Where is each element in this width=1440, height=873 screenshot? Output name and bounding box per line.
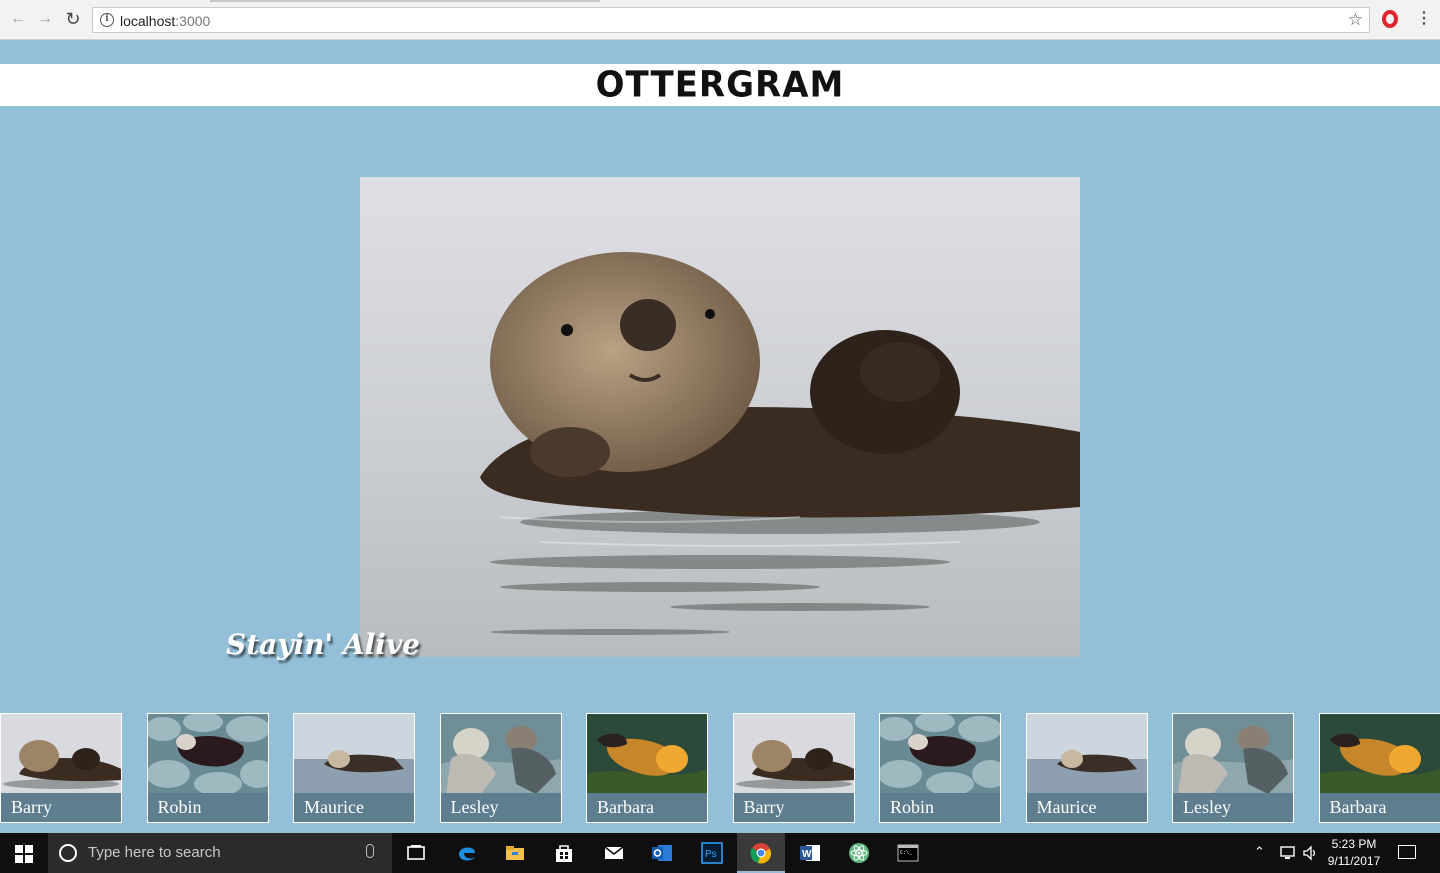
thumbnail-image[interactable] [440, 714, 561, 794]
store-icon[interactable] [540, 833, 588, 873]
mail-icon[interactable] [590, 833, 638, 873]
detail-image [360, 177, 1080, 657]
bookmark-star-icon[interactable]: ☆ [1348, 10, 1363, 30]
detail-title: Stayin' Alive [226, 628, 420, 661]
task-view-icon[interactable] [392, 833, 440, 873]
thumbnail-item-robin[interactable]: Robin [146, 713, 269, 823]
address-bar[interactable]: i localhost:3000 ☆ [92, 7, 1370, 33]
thumbnail-image[interactable] [1319, 714, 1440, 794]
action-center-icon[interactable] [1398, 845, 1416, 859]
url-port: :3000 [175, 13, 211, 29]
opera-icon[interactable] [1382, 10, 1398, 28]
search-placeholder: Type here to search [88, 844, 221, 861]
thumbnail-image[interactable] [733, 714, 854, 794]
thumbnail-image[interactable] [880, 714, 1000, 794]
thumbnail-label: Barry [1, 793, 121, 822]
thumbnail-label: Robin [147, 793, 268, 822]
page-header: OTTERGRAM [0, 64, 1440, 106]
tab-strip [210, 0, 600, 2]
thumbnail-image[interactable] [587, 714, 707, 794]
tray-chevron-icon[interactable]: ⌃ [1254, 844, 1265, 873]
thumbnail-item-lesley[interactable]: Lesley [439, 713, 562, 823]
clock-time: 5:23 PM [1331, 837, 1377, 851]
atom-icon[interactable] [835, 833, 883, 873]
forward-icon[interactable]: → [35, 9, 55, 29]
thumbnail-item-barbara[interactable]: Barbara [1318, 713, 1440, 823]
info-icon[interactable]: i [100, 13, 114, 27]
file-explorer-icon[interactable] [491, 833, 539, 873]
thumbnail-label: Robin [880, 793, 1000, 822]
thumbnail-label: Lesley [440, 793, 561, 822]
reload-icon[interactable]: ↻ [63, 9, 83, 29]
windows-start-icon[interactable] [15, 845, 33, 863]
thumbnail-item-robin[interactable]: Robin [879, 713, 1001, 823]
clock-date: 9/11/2017 [1327, 854, 1381, 868]
cortana-icon[interactable] [59, 844, 77, 862]
taskbar-search[interactable]: Type here to search [48, 833, 392, 873]
thumbnail-label: Barry [733, 793, 854, 822]
thumbnail-image[interactable] [1173, 714, 1293, 794]
otter-photo [360, 177, 1080, 657]
network-icon[interactable] [1278, 845, 1296, 873]
thumbnail-item-barry[interactable]: Barry [732, 713, 855, 823]
menu-icon[interactable]: ⋮ [1416, 9, 1432, 29]
url-text[interactable]: localhost:3000 [120, 13, 210, 29]
thumbnail-item-barry[interactable]: Barry [0, 713, 122, 823]
outlook-icon[interactable] [638, 833, 686, 873]
thumbnail-item-maurice[interactable]: Maurice [1025, 713, 1148, 823]
volume-icon[interactable] [1302, 845, 1318, 873]
thumbnail-image[interactable] [294, 714, 414, 794]
thumbnail-label: Maurice [294, 793, 414, 822]
taskbar-clock[interactable]: 5:23 PM 9/11/2017 [1322, 836, 1386, 870]
windows-taskbar: Type here to search Ps W C:\_ ⌃ 5:23 PM [0, 833, 1440, 873]
back-icon[interactable]: ← [8, 9, 28, 29]
svg-text:Ps: Ps [705, 849, 717, 860]
photoshop-icon[interactable]: Ps [688, 833, 736, 873]
thumbnail-label: Maurice [1026, 793, 1147, 822]
thumbnail-list: Barry Robin Maurice Lesley Barbara Barry Robin… [0, 713, 1440, 823]
thumbnail-label: Lesley [1173, 793, 1293, 822]
microphone-icon[interactable] [366, 844, 374, 858]
url-host: localhost [120, 13, 176, 29]
svg-text:W: W [802, 849, 812, 860]
thumbnail-label: Barbara [1319, 793, 1440, 822]
word-icon[interactable]: W [786, 833, 834, 873]
terminal-icon[interactable]: C:\_ [884, 833, 932, 873]
logo-text: OTTERGRAM [595, 64, 845, 106]
thumbnail-item-lesley[interactable]: Lesley [1172, 713, 1294, 823]
thumbnail-item-maurice[interactable]: Maurice [293, 713, 415, 823]
svg-text:C:\_: C:\_ [900, 850, 913, 856]
thumbnail-image[interactable] [147, 714, 268, 794]
thumbnail-image[interactable] [1026, 714, 1147, 794]
thumbnail-item-barbara[interactable]: Barbara [586, 713, 708, 823]
thumbnail-label: Barbara [587, 793, 707, 822]
chrome-icon[interactable] [737, 833, 785, 873]
browser-toolbar: ← → ↻ i localhost:3000 ☆ ⋮ [0, 0, 1440, 40]
edge-icon[interactable] [443, 833, 491, 873]
thumbnail-image[interactable] [1, 714, 121, 794]
